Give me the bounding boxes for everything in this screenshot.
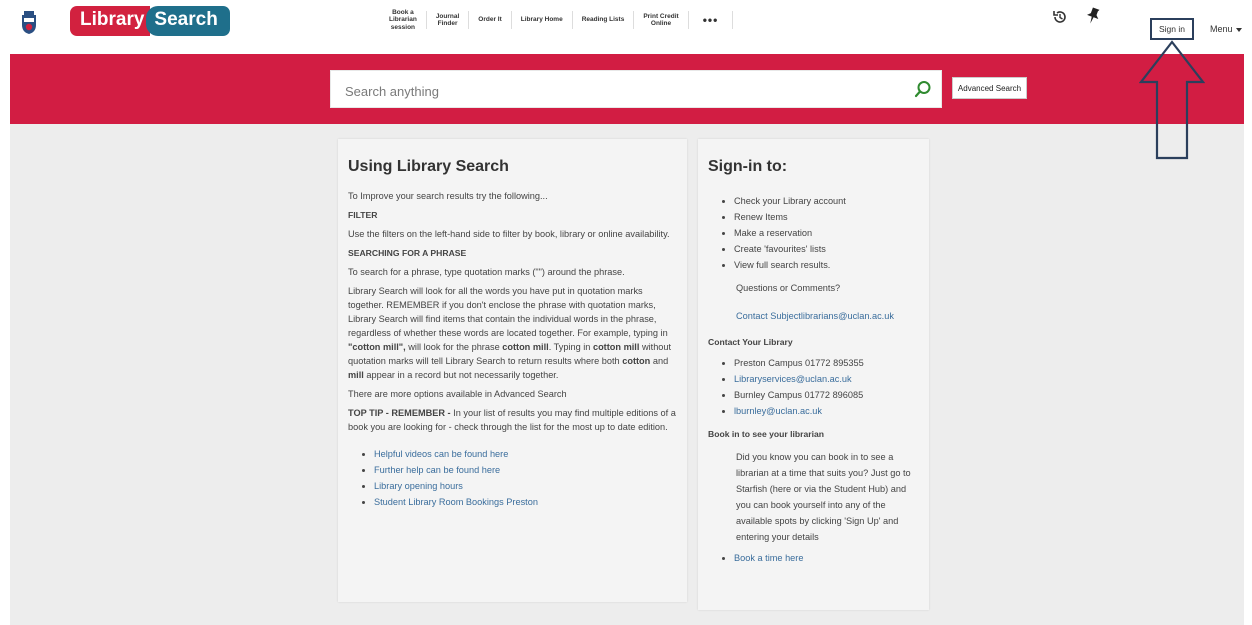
- nav-reading-lists[interactable]: Reading Lists: [573, 16, 634, 24]
- university-crest-icon: [22, 11, 36, 34]
- list-item: Student Library Room Bookings Preston: [374, 494, 677, 510]
- list-item: View full search results.: [734, 257, 919, 273]
- nav-journal-finder[interactable]: Journal Finder: [427, 13, 468, 28]
- contact-subject-librarians-link[interactable]: Contact Subjectlibrarians@uclan.ac.uk: [736, 311, 894, 321]
- logo-text-library: Library: [70, 6, 151, 36]
- filter-heading: FILTER: [348, 210, 378, 220]
- advanced-search-button[interactable]: Advanced Search: [952, 77, 1027, 99]
- text-run: cotton mill: [592, 342, 640, 352]
- contact-heading: Contact Your Library: [708, 337, 793, 347]
- list-item: Renew Items: [734, 209, 919, 225]
- phrase-heading: SEARCHING FOR A PHRASE: [348, 248, 467, 258]
- nav-library-home[interactable]: Library Home: [512, 16, 572, 24]
- contact-list: Preston Campus 01772 895355 Libraryservi…: [708, 355, 919, 419]
- text-run: and: [650, 356, 669, 366]
- opening-hours-link[interactable]: Library opening hours: [374, 481, 463, 491]
- list-item: Library opening hours: [374, 478, 677, 494]
- questions-text: Questions or Comments?: [736, 283, 841, 293]
- top-tip: TOP TIP - REMEMBER - In your list of res…: [348, 406, 677, 434]
- room-bookings-link[interactable]: Student Library Room Bookings Preston: [374, 497, 538, 507]
- top-bar: Library Search Book a Librarian session …: [0, 0, 1252, 54]
- library-search-logo[interactable]: Library Search: [70, 6, 230, 36]
- list-item: Book a time here: [734, 550, 919, 566]
- card-title: Using Library Search: [348, 158, 509, 175]
- text-run: cotton mill: [502, 342, 549, 352]
- book-a-time-link[interactable]: Book a time here: [734, 553, 803, 563]
- library-services-email-link[interactable]: Libraryservices@uclan.ac.uk: [734, 374, 852, 384]
- sign-in-button[interactable]: Sign in: [1150, 18, 1194, 40]
- more-nav-button[interactable]: •••: [689, 13, 733, 27]
- helpful-videos-link[interactable]: Helpful videos can be found here: [374, 449, 508, 459]
- list-item: Check your Library account: [734, 193, 919, 209]
- intro-text: To Improve your search results try the f…: [348, 191, 548, 201]
- advanced-text: There are more options available in Adva…: [348, 389, 567, 399]
- list-item: Burnley Campus 01772 896085: [734, 387, 919, 403]
- book-text: Did you know you can book in to see a li…: [736, 452, 911, 542]
- book-links: Book a time here: [708, 550, 919, 566]
- sign-in-card: Sign-in to: Check your Library account R…: [698, 139, 929, 610]
- search-box[interactable]: [330, 70, 942, 108]
- further-help-link[interactable]: Further help can be found here: [374, 465, 500, 475]
- text-run: Library Search will look for all the wor…: [348, 286, 668, 338]
- top-tip-heading: TOP TIP - REMEMBER -: [348, 408, 454, 418]
- help-links: Helpful videos can be found here Further…: [348, 446, 677, 510]
- history-icon[interactable]: [1052, 9, 1068, 25]
- caret-down-icon: [1235, 27, 1242, 32]
- list-item: Preston Campus 01772 895355: [734, 355, 919, 371]
- contact-subject-librarians-link-row: Contact Subjectlibrarians@uclan.ac.uk: [708, 309, 919, 323]
- menu-button[interactable]: Menu: [1210, 24, 1242, 34]
- text-run: will look for the phrase: [405, 342, 503, 352]
- burnley-email-link[interactable]: lburnley@uclan.ac.uk: [734, 406, 822, 416]
- search-icon[interactable]: [914, 80, 932, 98]
- list-item: Further help can be found here: [374, 462, 677, 478]
- list-item: lburnley@uclan.ac.uk: [734, 403, 919, 419]
- phrase-text: To search for a phrase, type quotation m…: [348, 267, 625, 277]
- sign-in-benefits: Check your Library account Renew Items M…: [708, 193, 919, 273]
- list-item: Create 'favourites' lists: [734, 241, 919, 257]
- list-item: Helpful videos can be found here: [374, 446, 677, 462]
- pin-icon[interactable]: [1086, 7, 1100, 25]
- text-run: . Typing in: [548, 342, 593, 352]
- annotation-arrow-icon: [1139, 40, 1205, 160]
- logo-text-search: Search: [146, 6, 230, 36]
- book-heading: Book in to see your librarian: [708, 429, 825, 439]
- nav-divider: [732, 11, 734, 29]
- phrase-explanation: Library Search will look for all the wor…: [348, 284, 677, 382]
- nav-order-it[interactable]: Order It: [469, 16, 510, 24]
- card-title: Sign-in to:: [708, 158, 788, 175]
- menu-label: Menu: [1210, 24, 1233, 34]
- search-input[interactable]: [343, 80, 907, 102]
- nav-print-credit[interactable]: Print Credit Online: [634, 13, 687, 28]
- text-run: mill: [348, 370, 364, 380]
- filter-text: Use the filters on the left-hand side to…: [348, 229, 670, 239]
- list-item: Libraryservices@uclan.ac.uk: [734, 371, 919, 387]
- text-run: appear in a record but not necessarily t…: [363, 370, 559, 380]
- using-library-search-card: Using Library Search To Improve your sea…: [338, 139, 687, 602]
- main-nav: Book a Librarian session Journal Finder …: [380, 4, 734, 36]
- list-item: Make a reservation: [734, 225, 919, 241]
- nav-book-librarian[interactable]: Book a Librarian session: [380, 9, 426, 32]
- text-run: "cotton mill",: [348, 342, 406, 352]
- text-run: cotton: [622, 356, 651, 366]
